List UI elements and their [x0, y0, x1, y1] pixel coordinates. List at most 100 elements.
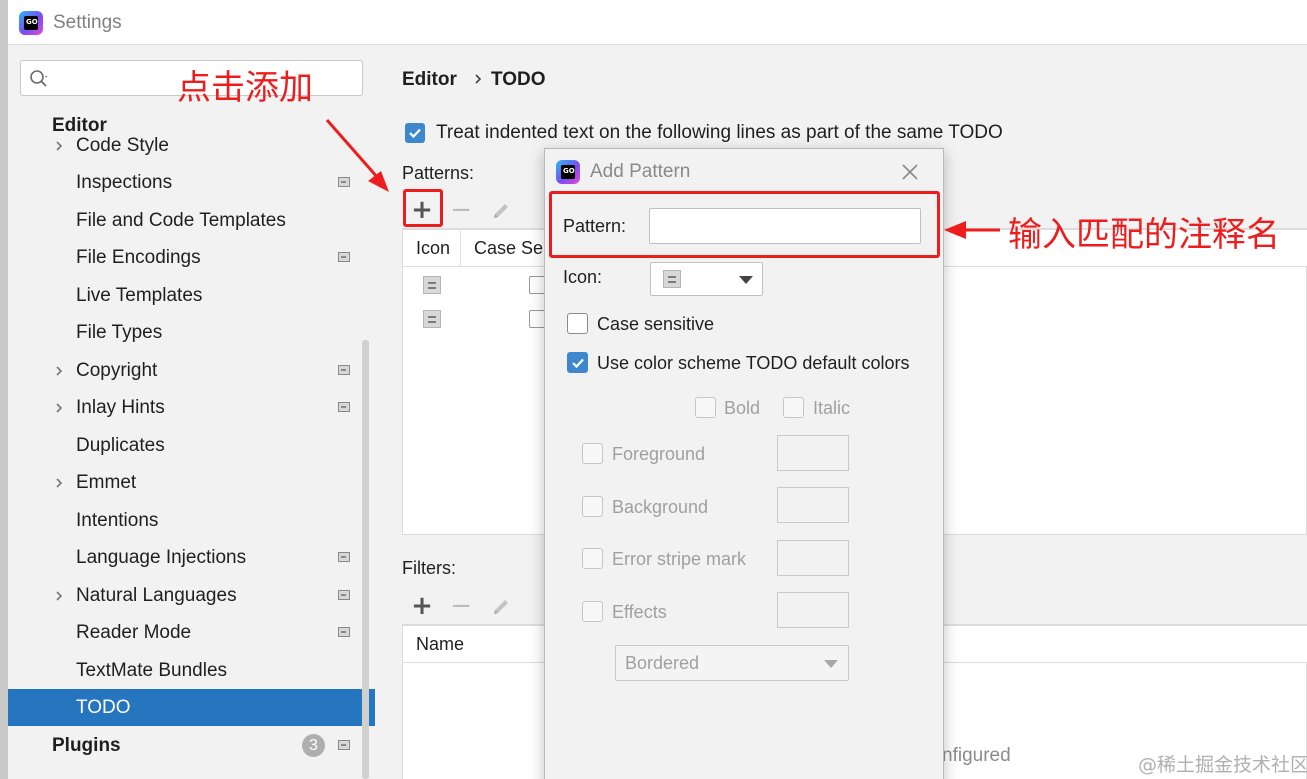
sidebar-item-duplicates[interactable]: Duplicates — [8, 427, 375, 464]
sidebar-item-language-injections[interactable]: Language Injections — [8, 539, 375, 576]
checkmark-icon — [409, 128, 421, 139]
sidebar-item-label: Language Injections — [76, 547, 247, 568]
todo-row-icon — [423, 276, 441, 294]
remove-pattern-button[interactable]: − — [448, 197, 474, 224]
effect-type-dropdown[interactable]: Bordered — [615, 645, 849, 681]
effects-checkbox[interactable] — [582, 601, 603, 622]
sidebar-item-label: Emmet — [76, 472, 137, 493]
annotation-highlight-add-button — [403, 189, 443, 227]
plugins-updates-badge: 3 — [302, 734, 325, 757]
sidebar-item-label: Live Templates — [76, 285, 203, 306]
chevron-down-icon — [739, 276, 753, 284]
error-stripe-color-swatch[interactable] — [777, 540, 849, 576]
effects-color-swatch[interactable] — [777, 592, 849, 628]
sidebar-item-copyright[interactable]: Copyright — [8, 352, 375, 389]
sidebar-scrollbar[interactable] — [362, 340, 369, 779]
annotation-click-add: 点击添加 — [177, 68, 313, 108]
sidebar-item-todo[interactable]: TODO — [8, 689, 375, 726]
use-default-colors-label: Use color scheme TODO default colors — [597, 353, 910, 373]
breadcrumb-editor[interactable]: Editor — [402, 69, 457, 91]
icon-label: Icon: — [563, 267, 603, 287]
chevron-down-icon — [824, 660, 838, 668]
edit-pencil-icon[interactable] — [488, 594, 514, 620]
project-scope-icon — [338, 552, 350, 562]
sidebar-item-label: Inlay Hints — [76, 397, 165, 418]
sidebar-item-natural-languages[interactable]: Natural Languages — [8, 577, 375, 614]
sidebar-item-emmet[interactable]: Emmet — [8, 464, 375, 501]
sidebar-item-label: Reader Mode — [76, 622, 192, 643]
project-scope-icon — [338, 252, 350, 262]
chevron-right-icon[interactable] — [52, 139, 66, 153]
effects-label: Effects — [612, 602, 667, 622]
use-default-colors-checkbox[interactable] — [567, 352, 588, 373]
settings-sidebar: Editor Code Style Inspections File and C… — [8, 45, 375, 779]
patterns-label: Patterns: — [402, 163, 475, 183]
effect-type-value: Bordered — [625, 653, 700, 673]
watermark: @稀土掘金技术社区 — [1138, 754, 1307, 776]
chevron-right-icon[interactable] — [52, 589, 66, 603]
project-scope-icon — [338, 740, 350, 750]
treat-indented-label: Treat indented text on the following lin… — [436, 122, 1003, 143]
close-icon[interactable] — [899, 161, 921, 183]
breadcrumb-todo: TODO — [491, 69, 546, 90]
sidebar-item-reader-mode[interactable]: Reader Mode — [8, 614, 375, 651]
sidebar-item-label: Intentions — [76, 510, 159, 531]
italic-checkbox[interactable] — [783, 397, 804, 418]
sidebar-item-textmate-bundles[interactable]: TextMate Bundles — [8, 652, 375, 689]
sidebar-item-intentions[interactable]: Intentions — [8, 502, 375, 539]
dialog-title: Add Pattern — [590, 161, 691, 182]
sidebar-item-label: Duplicates — [76, 435, 165, 456]
filters-label: Filters: — [402, 558, 456, 578]
annotation-enter-name: 输入匹配的注释名 — [1008, 215, 1280, 255]
icon-dropdown[interactable] — [650, 262, 763, 296]
chevron-right-icon[interactable] — [52, 364, 66, 378]
sidebar-item-file-and-code-templates[interactable]: File and Code Templates — [8, 202, 375, 239]
chevron-right-icon — [475, 74, 482, 84]
sidebar-item-label: Natural Languages — [76, 585, 237, 606]
checkmark-icon — [572, 358, 584, 369]
background-color-swatch[interactable] — [777, 487, 849, 523]
bold-label: Bold — [724, 398, 761, 418]
sidebar-item-label: TODO — [76, 697, 131, 718]
edit-pencil-icon[interactable] — [488, 198, 514, 224]
case-sensitive-checkbox[interactable] — [567, 313, 588, 334]
background-label: Background — [612, 497, 709, 517]
error-stripe-label: Error stripe mark — [612, 549, 747, 569]
window-title: Settings — [53, 12, 122, 33]
sidebar-item-label: File Encodings — [76, 247, 201, 268]
project-scope-icon — [338, 177, 350, 187]
sidebar-section-label: Plugins — [52, 735, 121, 756]
italic-label: Italic — [813, 398, 851, 418]
sidebar-section-plugins[interactable]: Plugins 3 — [8, 727, 375, 764]
goland-logo-icon: GO — [19, 11, 43, 35]
project-scope-icon — [338, 590, 350, 600]
bold-checkbox[interactable] — [695, 397, 716, 418]
sidebar-item-live-templates[interactable]: Live Templates — [8, 277, 375, 314]
add-filter-button[interactable]: + — [409, 593, 435, 620]
background-checkbox[interactable] — [582, 496, 603, 517]
error-stripe-checkbox[interactable] — [582, 548, 603, 569]
project-scope-icon — [338, 627, 350, 637]
sidebar-item-file-types[interactable]: File Types — [8, 314, 375, 351]
sidebar-item-label: Inspections — [76, 172, 173, 193]
sidebar-item-inspections[interactable]: Inspections — [8, 164, 375, 201]
filters-empty-text: nfigured — [942, 745, 1011, 766]
foreground-checkbox[interactable] — [582, 443, 603, 464]
column-icon[interactable]: Icon — [403, 230, 461, 266]
case-sensitive-label: Case sensitive — [597, 314, 715, 334]
sidebar-item-inlay-hints[interactable]: Inlay Hints — [8, 389, 375, 426]
sidebar-item-file-encodings[interactable]: File Encodings — [8, 239, 375, 276]
foreground-color-swatch[interactable] — [777, 435, 849, 471]
sidebar-item-label: Code Style — [76, 135, 169, 156]
annotation-highlight-pattern-field — [549, 191, 940, 258]
todo-row-icon — [423, 310, 441, 328]
remove-filter-button[interactable]: − — [448, 593, 474, 620]
sidebar-item-code-style[interactable]: Code Style — [8, 127, 375, 164]
sidebar-item-label: File and Code Templates — [76, 210, 286, 231]
sidebar-item-label: File Types — [76, 322, 163, 343]
goland-logo-icon: GO — [556, 160, 580, 184]
chevron-right-icon[interactable] — [52, 476, 66, 490]
chevron-right-icon[interactable] — [52, 401, 66, 415]
treat-indented-checkbox[interactable] — [405, 123, 425, 143]
sidebar-item-label: Copyright — [76, 360, 158, 381]
